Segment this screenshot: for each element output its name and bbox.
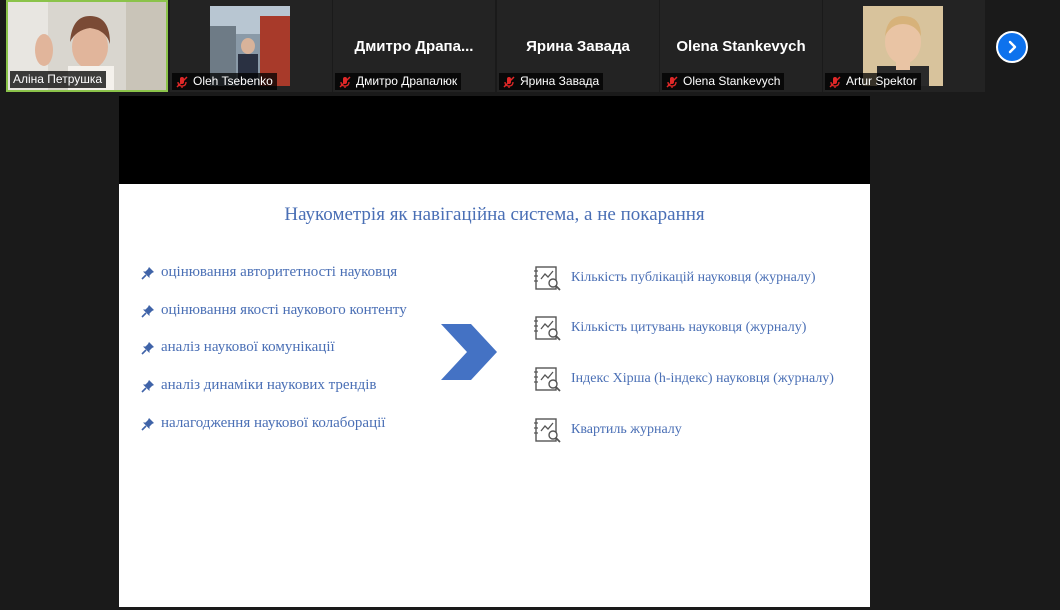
presentation-slide: Наукометрія як навігаційна система, а не… [119, 184, 870, 607]
participant-name: Аліна Петрушка [13, 72, 103, 86]
participant-name: Artur Spektor [846, 74, 917, 88]
participant-tile-oleh[interactable]: Oleh Tsebenko [170, 0, 332, 92]
participant-display-name: Дмитро Драпа... [354, 38, 474, 55]
right-list-text: Кількість публікацій науковця (журналу) [571, 270, 816, 285]
left-list-item: аналіз динаміки наукових трендів [141, 377, 377, 394]
participant-name-tag: Artur Spektor [825, 73, 921, 90]
participant-name-tag: Дмитро Драпалюк [335, 73, 462, 90]
participant-name: Olena Stankevych [683, 74, 781, 88]
participant-display-name: Olena Stankevych [676, 38, 806, 55]
participant-display-name: Ярина Завада [526, 38, 630, 55]
participant-tile-artur[interactable]: Artur Spektor [823, 0, 985, 92]
zoom-meeting-window: Аліна Петрушка Oleh Tsebenko Дмитро Драп… [0, 0, 1060, 610]
right-list-item: Індекс Хірша (h-індекс) науковця (журнал… [533, 365, 834, 393]
participant-name-tag: Ярина Завада [499, 73, 604, 90]
chevron-arrow-icon [441, 324, 497, 380]
pushpin-icon [141, 266, 154, 280]
participant-name: Oleh Tsebenko [193, 74, 273, 88]
mic-off-icon [176, 75, 188, 88]
document-chart-icon [534, 367, 561, 392]
pushpin-icon [141, 379, 154, 393]
document-chart-icon [534, 316, 561, 341]
participant-name-tag: Аліна Петрушка [10, 71, 107, 88]
document-chart-icon [534, 266, 561, 291]
left-list-text: налагодження наукової колаборації [161, 415, 386, 431]
pushpin-icon [141, 417, 154, 431]
pushpin-icon [141, 304, 154, 318]
participant-name-tag: Olena Stankevych [662, 73, 785, 90]
mic-off-icon [503, 75, 515, 88]
participant-tile-dmytro[interactable]: Дмитро Драпа... Дмитро Драпалюк [333, 0, 495, 92]
mic-off-icon [829, 75, 841, 88]
left-list-item: аналіз наукової комунікації [141, 339, 335, 356]
mic-off-icon [339, 75, 351, 88]
left-list-item: оцінювання авторитетності науковця [141, 264, 397, 281]
chevron-right-icon [1008, 40, 1017, 54]
right-list-text: Квартиль журналу [571, 422, 682, 437]
left-list-item: налагодження наукової колаборації [141, 415, 385, 432]
document-chart-icon [534, 418, 561, 443]
left-list-text: аналіз динаміки наукових трендів [161, 377, 377, 393]
slide-title: Наукометрія як навігаційна система, а не… [284, 204, 705, 225]
right-list-text: Індекс Хірша (h-індекс) науковця (журнал… [571, 371, 834, 386]
left-list-text: оцінювання якості наукового контенту [161, 302, 407, 318]
mic-off-icon [666, 75, 678, 88]
right-list-item: Квартиль журналу [533, 416, 682, 444]
shared-screen: Наукометрія як навігаційна система, а не… [119, 96, 870, 607]
next-participants-button[interactable] [996, 31, 1028, 63]
left-list-text: оцінювання авторитетності науковця [161, 264, 398, 280]
left-list-item: оцінювання якості наукового контенту [141, 302, 407, 319]
right-list-item: Кількість цитувань науковця (журналу) [533, 314, 806, 342]
participant-tile-yaryna[interactable]: Ярина Завада Ярина Завада [497, 0, 659, 92]
right-list-text: Кількість цитувань науковця (журналу) [571, 320, 807, 335]
participant-tile-olena[interactable]: Olena Stankevych Olena Stankevych [660, 0, 822, 92]
participant-strip: Аліна Петрушка Oleh Tsebenko Дмитро Драп… [0, 0, 1060, 94]
participant-name: Дмитро Драпалюк [356, 74, 458, 88]
participant-name: Ярина Завада [520, 74, 600, 88]
right-list-item: Кількість публікацій науковця (журналу) [533, 264, 816, 292]
pushpin-icon [141, 341, 154, 355]
left-list-text: аналіз наукової комунікації [161, 339, 335, 355]
participant-name-tag: Oleh Tsebenko [172, 73, 277, 90]
participant-tile-alina[interactable]: Аліна Петрушка [6, 0, 168, 92]
